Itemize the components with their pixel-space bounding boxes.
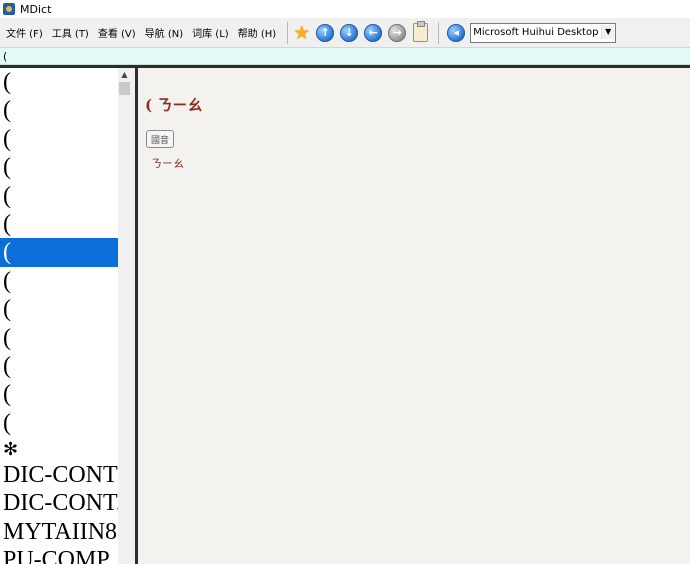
entry-pronunciation: ㄋㄧㄠ xyxy=(151,157,184,170)
word-list: ( ( ( ( ( ( ( ( ( ( ( ( ( ✻ DIC-CONT DIC… xyxy=(0,68,118,564)
list-item[interactable]: DIC-CONT. xyxy=(0,489,118,517)
scroll-up-icon[interactable]: ▲ xyxy=(118,68,131,81)
list-item[interactable]: ( xyxy=(0,210,118,238)
list-item[interactable]: MYTAIIN8 xyxy=(0,518,118,546)
list-item[interactable]: DIC-CONT xyxy=(0,461,118,489)
toolbar-separator xyxy=(438,21,440,44)
divider xyxy=(135,68,138,564)
list-item[interactable]: ( xyxy=(0,352,118,380)
list-item[interactable]: ( xyxy=(0,153,118,181)
list-item[interactable]: ( xyxy=(0,409,118,437)
search-bar[interactable]: ( xyxy=(0,47,690,65)
title-bar: MDict xyxy=(0,0,690,18)
list-item[interactable]: ( xyxy=(0,267,118,295)
down-icon[interactable]: ↓ xyxy=(340,23,359,42)
list-item[interactable]: ( xyxy=(0,68,118,96)
mdict-app-icon xyxy=(3,3,15,15)
star-icon[interactable]: ★ xyxy=(293,23,310,42)
forward-icon[interactable]: → xyxy=(388,23,407,42)
prev-dict-icon[interactable]: ◂ xyxy=(447,23,466,42)
voice-select-value: Microsoft Huihui Desktop - C xyxy=(473,27,602,38)
list-item[interactable]: ( xyxy=(0,295,118,323)
menu-navigate[interactable]: 导航 (N) xyxy=(141,25,187,40)
list-item[interactable]: ( xyxy=(0,324,118,352)
toolbar: 文件 (F) 工具 (T) 查看 (V) 导航 (N) 词库 (L) 帮助 (H… xyxy=(0,18,690,47)
list-item[interactable]: ✻ xyxy=(0,437,118,461)
chevron-down-icon[interactable]: ▼ xyxy=(601,24,615,39)
toolbar-separator xyxy=(287,21,289,44)
menu-bar: 文件 (F) 工具 (T) 查看 (V) 导航 (N) 词库 (L) 帮助 (H… xyxy=(2,25,281,40)
clipboard-icon[interactable] xyxy=(413,21,429,42)
menu-tools[interactable]: 工具 (T) xyxy=(48,25,93,40)
entry-headword: ( ㄋㄧㄠ xyxy=(145,96,203,114)
list-item-selected[interactable]: ( xyxy=(0,238,118,267)
voice-select[interactable]: Microsoft Huihui Desktop - C ▼ xyxy=(470,22,617,43)
entry-content: ( ㄋㄧㄠ 國音 ㄋㄧㄠ xyxy=(139,68,690,564)
list-item[interactable]: ( xyxy=(0,96,118,124)
menu-view[interactable]: 查看 (V) xyxy=(94,25,140,40)
scroll-thumb[interactable] xyxy=(119,82,130,95)
list-item[interactable]: ( xyxy=(0,380,118,408)
list-item[interactable]: PU-COMP xyxy=(0,546,118,564)
menu-help[interactable]: 帮助 (H) xyxy=(234,25,281,40)
menu-file[interactable]: 文件 (F) xyxy=(2,25,47,40)
audio-button[interactable]: 國音 xyxy=(146,130,174,148)
window-title: MDict xyxy=(20,2,52,16)
search-input[interactable]: ( xyxy=(3,50,7,63)
back-icon[interactable]: ← xyxy=(364,23,383,42)
word-list-scrollbar[interactable]: ▲ xyxy=(118,68,131,564)
up-icon[interactable]: ↑ xyxy=(316,23,335,42)
list-item[interactable]: ( xyxy=(0,182,118,210)
list-item[interactable]: ( xyxy=(0,125,118,153)
menu-library[interactable]: 词库 (L) xyxy=(188,25,233,40)
